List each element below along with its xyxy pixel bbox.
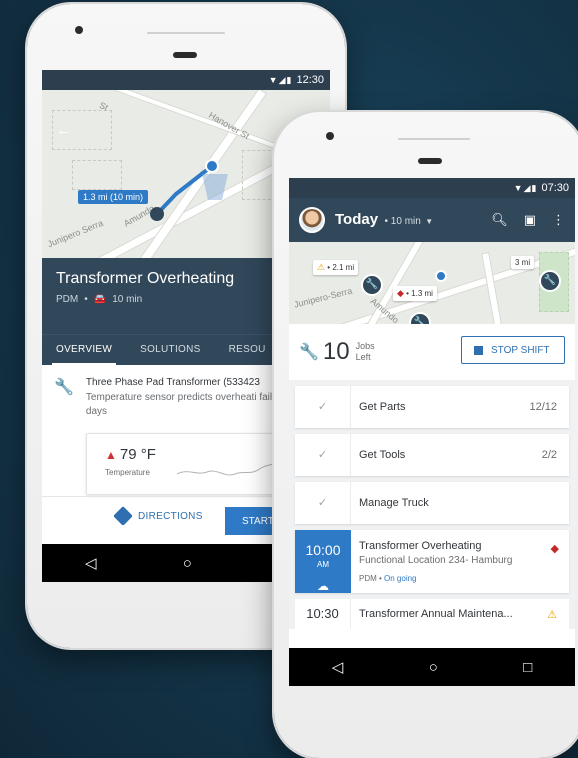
nav-back-icon[interactable]: ◁ xyxy=(332,658,344,676)
jobs-count: 10 xyxy=(322,338,350,365)
temperature-label: Temperature xyxy=(105,468,150,477)
status-bar: ▼◢▮ 07:30 xyxy=(289,178,575,198)
directions-label: DIRECTIONS xyxy=(138,510,203,522)
appbar-actions: 🔍︎ ▣ ⋮ xyxy=(491,212,565,228)
job-ampm: AM xyxy=(317,560,329,569)
task-name: Manage Truck xyxy=(359,497,429,509)
front-camera xyxy=(75,26,83,34)
error-icon: ◆ xyxy=(397,288,404,298)
jobs-left-label: Jobs Left xyxy=(355,341,375,362)
job-time: 10:30 xyxy=(295,599,351,629)
list-item[interactable]: ✓ Get Parts 12/12 xyxy=(295,386,569,428)
task-count: 12/12 xyxy=(529,401,557,413)
distance-badge-error[interactable]: ◆ • 1.3 mi xyxy=(393,286,437,301)
distance-badge[interactable]: 3 mi xyxy=(511,256,535,269)
wrench-icon: 🔧 xyxy=(54,379,74,396)
search-icon[interactable]: 🔍︎ xyxy=(491,212,508,228)
directions-icon xyxy=(113,506,133,526)
day-selector[interactable]: Today • 10 min ▼ xyxy=(335,211,433,229)
job-title: Transformer Overheating xyxy=(359,540,482,552)
check-icon: ✓ xyxy=(295,386,351,428)
task-list: ✓ Get Parts 12/12 ✓ Get Tools 2/2 ✓ Mana… xyxy=(289,380,575,629)
nav-back-icon[interactable]: ◁ xyxy=(85,554,97,572)
job-card[interactable]: 10:30 Transformer Annual Maintena... ⚠ xyxy=(295,599,569,629)
temperature-reading: 79 °F xyxy=(119,446,156,463)
check-icon: ✓ xyxy=(295,482,351,524)
back-arrow-icon[interactable]: ← xyxy=(56,122,71,139)
job-pin-wrench-icon[interactable]: 🔧 xyxy=(409,312,431,324)
list-item[interactable]: ✓ Manage Truck xyxy=(295,482,569,524)
screen-today-jobs: ▼◢▮ 07:30 Today • 10 min ▼ 🔍︎ ▣ ⋮ Junipe… xyxy=(289,178,575,686)
cloud-icon: ☁ xyxy=(317,579,329,593)
status-icons: ▼◢▮ xyxy=(513,182,538,193)
phone-front: ▼◢▮ 07:30 Today • 10 min ▼ 🔍︎ ▣ ⋮ Junipe… xyxy=(274,112,578,758)
day-eta: • 10 min xyxy=(384,216,421,227)
more-vert-icon[interactable]: ⋮ xyxy=(552,212,565,228)
avatar[interactable] xyxy=(299,207,325,233)
app-bar: Today • 10 min ▼ 🔍︎ ▣ ⋮ xyxy=(289,198,575,242)
speaker xyxy=(418,158,442,164)
status-icons: ▼◢▮ xyxy=(268,74,293,85)
status-time: 07:30 xyxy=(541,182,569,194)
stop-shift-button[interactable]: STOP SHIFT xyxy=(461,336,565,364)
task-name: Get Parts xyxy=(359,401,406,413)
day-title: Today xyxy=(335,211,379,228)
job-time-block: 10:00 AM ☁ xyxy=(295,530,351,593)
map-road xyxy=(481,251,505,324)
status-badge: On going xyxy=(384,574,417,583)
directions-button[interactable]: DIRECTIONS xyxy=(113,506,203,526)
job-pin-wrench-icon[interactable]: 🔧 xyxy=(361,274,383,296)
android-nav-bar: ◁ ○ □ xyxy=(289,648,575,686)
distance-badge-warning[interactable]: ⚠ • 2.1 mi xyxy=(313,260,359,275)
route-distance-label: 1.3 mi (10 min) xyxy=(78,190,149,204)
front-camera xyxy=(326,132,334,140)
tab-solutions[interactable]: SOLUTIONS xyxy=(126,335,215,365)
nav-home-icon[interactable]: ○ xyxy=(183,555,192,572)
job-org: PDM xyxy=(56,294,79,305)
check-icon: ✓ xyxy=(295,434,351,476)
job-title: Transformer Annual Maintena... xyxy=(359,608,513,620)
wrench-icon: 🔧 xyxy=(299,344,319,361)
job-meta: PDM • On going xyxy=(359,574,417,583)
error-icon: ◆ xyxy=(550,543,559,555)
warning-icon: ⚠ xyxy=(317,262,326,272)
dot-separator: • xyxy=(84,294,88,305)
jobs-map[interactable]: Junipero-Serra Amundo ⚠ • 2.1 mi ◆ • 1.3… xyxy=(289,242,575,324)
arrow-up-icon: ▲ xyxy=(105,448,117,462)
tab-overview[interactable]: OVERVIEW xyxy=(42,335,126,365)
stop-icon xyxy=(474,345,483,355)
task-count: 2/2 xyxy=(541,449,557,461)
caret-down-icon: ▼ xyxy=(425,217,434,226)
car-icon: 🚘 xyxy=(93,294,107,305)
temperature-value: ▲ 79 °F xyxy=(105,446,156,463)
list-item[interactable]: ✓ Get Tools 2/2 xyxy=(295,434,569,476)
map-road xyxy=(289,242,575,324)
job-time: 10:00 xyxy=(305,542,341,558)
task-name: Get Tools xyxy=(359,449,406,461)
status-bar: ▼◢▮ 12:30 xyxy=(42,70,330,90)
job-eta: 10 min xyxy=(112,294,143,305)
warning-icon: ⚠ xyxy=(547,608,557,621)
nav-recents-icon[interactable]: □ xyxy=(523,659,532,676)
nav-home-icon[interactable]: ○ xyxy=(429,659,438,676)
current-location-icon xyxy=(435,270,447,282)
job-location: Functional Location 234- Hamburg xyxy=(359,555,513,566)
status-time: 12:30 xyxy=(296,74,324,86)
calendar-icon[interactable]: ▣ xyxy=(524,212,536,228)
earpiece-slit xyxy=(398,138,470,140)
street-label: Junipero-Serra xyxy=(293,285,354,310)
earpiece-slit xyxy=(147,32,225,34)
tab-resources[interactable]: RESOU xyxy=(215,335,280,365)
stop-shift-label: STOP SHIFT xyxy=(491,344,550,356)
job-pin-wrench-icon[interactable]: 🔧 xyxy=(539,270,561,292)
speaker xyxy=(173,52,197,58)
job-card-active[interactable]: 10:00 AM ☁ Transformer Overheating Funct… xyxy=(295,530,569,593)
jobs-summary: 🔧 10 Jobs Left STOP SHIFT xyxy=(289,324,575,380)
